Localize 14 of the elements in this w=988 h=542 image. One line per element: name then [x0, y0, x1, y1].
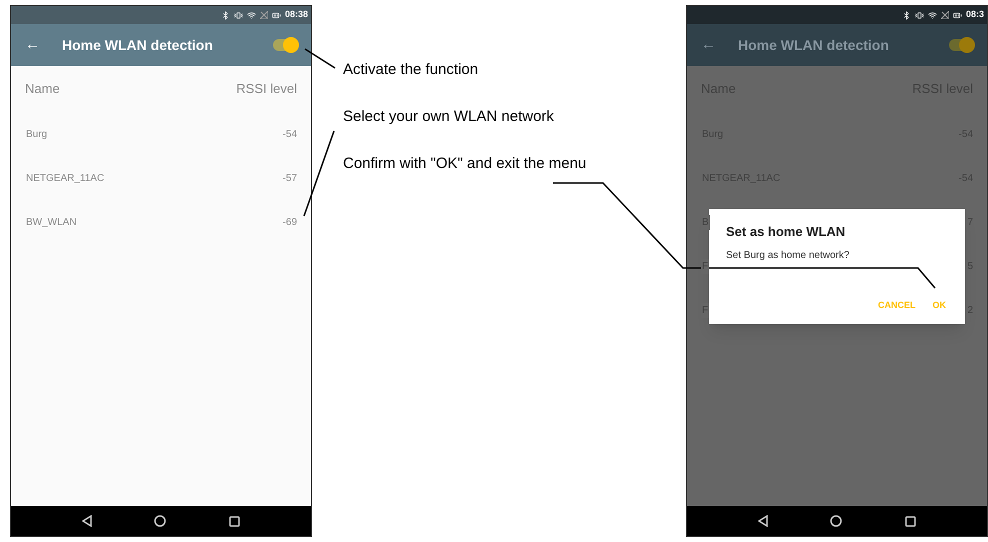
annotation-text: Select your own WLAN network [343, 107, 555, 127]
status-time: 08:38 [284, 8, 308, 22]
dialog-title: Set as home WLAN [726, 223, 846, 241]
dialog-message: Set Burg as home network? [726, 248, 850, 262]
rssi-value: -69 [282, 216, 297, 230]
column-header: RSSI level [236, 80, 297, 98]
status-time: 08:3 [966, 8, 984, 22]
rssi-value: -54 [282, 128, 297, 142]
screen-title: Home WLAN detection [738, 36, 889, 54]
annotation-text: Confirm with "OK" and exit the menu [343, 154, 588, 174]
annotation-text: Activate the function [343, 60, 480, 80]
column-header: Name [25, 80, 60, 98]
screen-title: Home WLAN detection [62, 36, 213, 54]
rssi-value: -57 [282, 172, 297, 186]
